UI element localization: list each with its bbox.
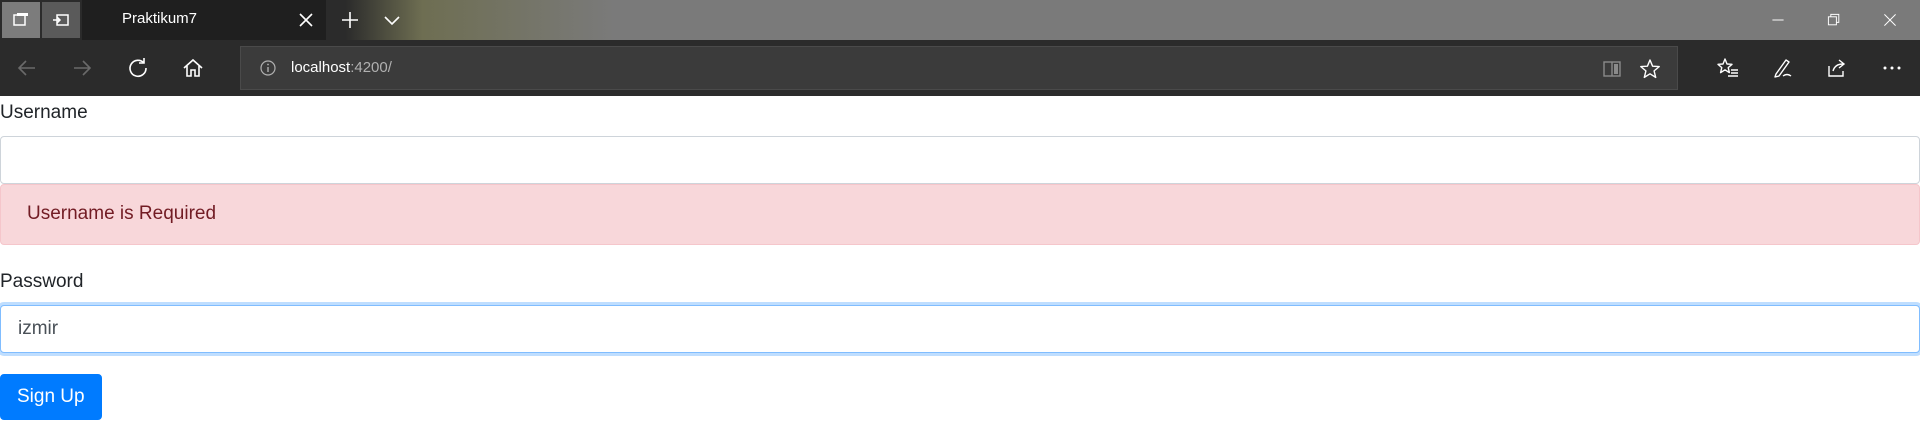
forward-arrow-icon[interactable] bbox=[70, 56, 94, 80]
tab-active[interactable]: Praktikum7 bbox=[82, 0, 326, 40]
star-icon[interactable] bbox=[1639, 58, 1661, 80]
minimize-icon bbox=[1772, 19, 1784, 21]
browser-nav-bar: localhost:4200/ bbox=[0, 40, 1920, 96]
set-aside-tabs-icon bbox=[53, 14, 69, 26]
tab-title: Praktikum7 bbox=[122, 10, 198, 27]
username-label: Username bbox=[0, 102, 88, 123]
restore-button[interactable] bbox=[1822, 8, 1846, 32]
favorites-icon[interactable] bbox=[1716, 56, 1740, 80]
more-icon[interactable] bbox=[1880, 56, 1904, 80]
close-icon bbox=[1884, 14, 1896, 26]
home-icon[interactable] bbox=[181, 56, 205, 80]
password-label: Password bbox=[0, 271, 84, 292]
username-error-alert: Username is Required bbox=[0, 184, 1920, 245]
tab-preview-icon bbox=[13, 13, 28, 26]
address-path: :4200/ bbox=[350, 59, 392, 76]
info-icon[interactable] bbox=[259, 59, 277, 77]
tab-preview-button[interactable] bbox=[2, 2, 40, 38]
address-bar[interactable]: localhost:4200/ bbox=[240, 46, 1678, 90]
chevron-down-icon[interactable] bbox=[382, 10, 402, 30]
share-icon[interactable] bbox=[1825, 56, 1849, 80]
minimize-button[interactable] bbox=[1766, 8, 1790, 32]
page-content: Username Username is Required Password S… bbox=[0, 96, 1920, 440]
reading-view-icon[interactable] bbox=[1601, 58, 1623, 80]
address-url[interactable]: localhost:4200/ bbox=[291, 59, 392, 76]
password-field[interactable] bbox=[0, 305, 1920, 353]
restore-icon bbox=[1827, 13, 1840, 26]
plus-icon[interactable] bbox=[340, 10, 360, 30]
set-aside-tabs-button[interactable] bbox=[42, 2, 80, 38]
browser-title-bar: Praktikum7 bbox=[0, 0, 1920, 40]
window-close-button[interactable] bbox=[1878, 8, 1902, 32]
username-field[interactable] bbox=[0, 136, 1920, 184]
close-icon[interactable] bbox=[296, 10, 316, 30]
address-host: localhost bbox=[291, 59, 351, 76]
back-arrow-icon[interactable] bbox=[15, 56, 39, 80]
refresh-icon[interactable] bbox=[126, 56, 150, 80]
notes-pen-icon[interactable] bbox=[1771, 56, 1795, 80]
sign-up-button[interactable]: Sign Up bbox=[0, 374, 102, 420]
